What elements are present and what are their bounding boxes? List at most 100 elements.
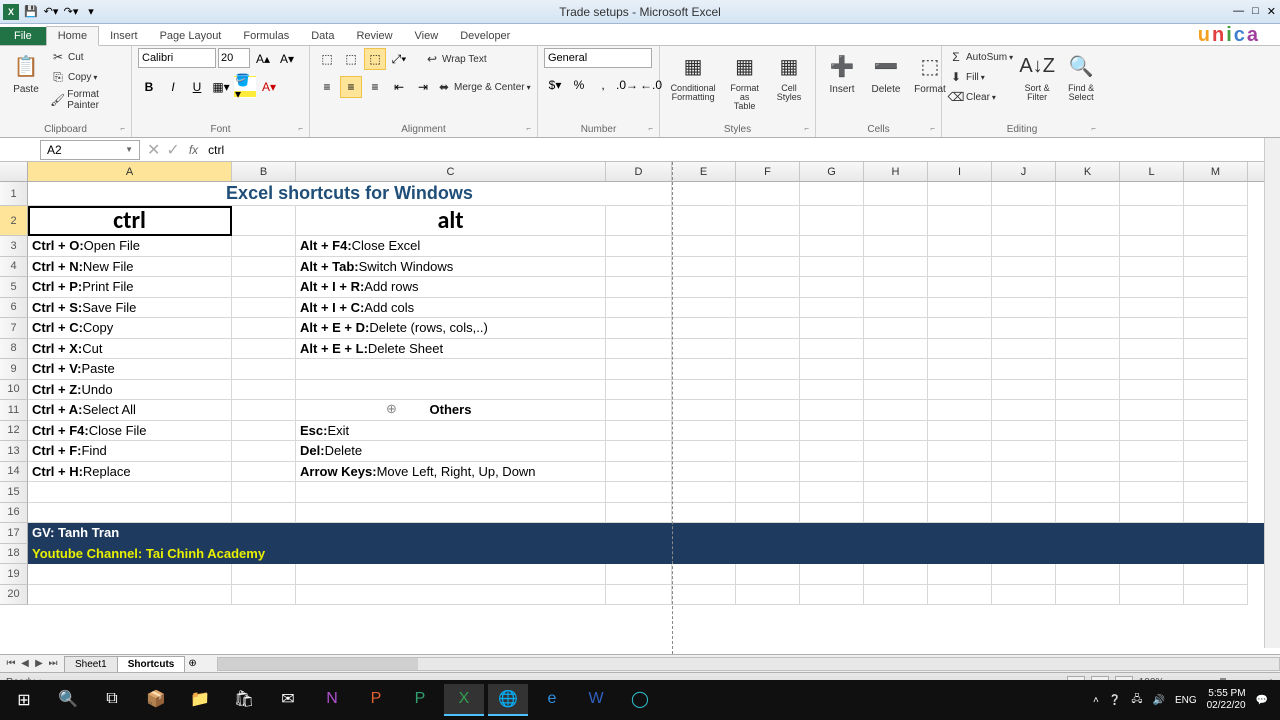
mail-icon[interactable]: ✉ (268, 684, 308, 716)
cell[interactable] (864, 236, 928, 257)
cell[interactable] (864, 564, 928, 585)
col-header-M[interactable]: M (1184, 162, 1248, 181)
cell[interactable] (864, 298, 928, 319)
italic-button[interactable]: I (162, 76, 184, 98)
start-button[interactable]: ⊞ (4, 684, 44, 716)
cell[interactable] (606, 359, 672, 380)
cell[interactable] (232, 503, 296, 524)
cell[interactable] (232, 277, 296, 298)
cell[interactable] (1056, 400, 1120, 421)
cell[interactable] (800, 257, 864, 278)
cell[interactable] (672, 206, 736, 236)
cell[interactable] (1056, 298, 1120, 319)
cell[interactable]: Ctrl + F: Find (28, 441, 232, 462)
cell[interactable]: alt (296, 206, 606, 236)
cell[interactable] (1184, 257, 1248, 278)
cell[interactable] (1056, 318, 1120, 339)
undo-icon[interactable]: ↶▾ (42, 3, 60, 21)
cell[interactable]: Youtube Channel: Tai Chinh Academy (28, 544, 672, 565)
row-header-1[interactable]: 1 (0, 182, 28, 206)
row-header-8[interactable]: 8 (0, 339, 28, 360)
word-icon[interactable]: W (576, 684, 616, 716)
cell[interactable] (672, 482, 736, 503)
row-header-11[interactable]: 11 (0, 400, 28, 421)
onenote-icon[interactable]: N (312, 684, 352, 716)
cell[interactable] (800, 544, 864, 565)
cell[interactable] (232, 585, 296, 606)
cell[interactable] (864, 182, 928, 206)
cell[interactable] (928, 236, 992, 257)
cell[interactable] (672, 462, 736, 483)
cell[interactable] (928, 339, 992, 360)
task-view-icon[interactable]: ⧉ (92, 684, 132, 716)
cell[interactable] (992, 359, 1056, 380)
cell[interactable]: Ctrl + H: Replace (28, 462, 232, 483)
cell[interactable]: Alt + I + C: Add cols (296, 298, 606, 319)
cell[interactable] (1056, 585, 1120, 606)
data-tab[interactable]: Data (300, 27, 345, 45)
decrease-decimal-button[interactable]: ←.0 (640, 74, 662, 96)
comma-button[interactable]: , (592, 74, 614, 96)
cell[interactable] (736, 482, 800, 503)
cell[interactable] (736, 206, 800, 236)
insert-cells-button[interactable]: ➕Insert (822, 48, 862, 97)
cell[interactable] (672, 400, 736, 421)
cell[interactable]: Ctrl + A: Select All (28, 400, 232, 421)
cell[interactable] (928, 482, 992, 503)
excel-taskbar-icon[interactable]: X (444, 684, 484, 716)
cell[interactable] (864, 441, 928, 462)
cell[interactable] (606, 380, 672, 401)
cell[interactable] (992, 462, 1056, 483)
bold-button[interactable]: B (138, 76, 160, 98)
cell[interactable] (28, 503, 232, 524)
row-header-2[interactable]: 2 (0, 206, 28, 236)
cell[interactable] (736, 380, 800, 401)
cell[interactable] (800, 421, 864, 442)
cell[interactable] (232, 236, 296, 257)
col-header-D[interactable]: D (606, 162, 672, 181)
cell[interactable] (1056, 441, 1120, 462)
cell[interactable] (992, 523, 1056, 544)
cell[interactable] (232, 421, 296, 442)
cell[interactable] (800, 298, 864, 319)
copy-button[interactable]: ⎘Copy▾ (50, 68, 125, 86)
cell[interactable] (736, 441, 800, 462)
cell[interactable] (736, 400, 800, 421)
cell[interactable] (606, 585, 672, 606)
cell[interactable] (232, 380, 296, 401)
cell[interactable] (992, 277, 1056, 298)
cell[interactable]: Del: Delete (296, 441, 606, 462)
cell[interactable] (296, 482, 606, 503)
cell[interactable] (1120, 206, 1184, 236)
cell[interactable] (736, 564, 800, 585)
cell[interactable] (928, 359, 992, 380)
cell[interactable] (800, 277, 864, 298)
cell[interactable] (992, 482, 1056, 503)
cell[interactable] (928, 421, 992, 442)
cell[interactable] (800, 339, 864, 360)
close-button[interactable]: ✕ (1267, 5, 1276, 18)
cell[interactable] (864, 380, 928, 401)
cell[interactable] (1120, 380, 1184, 401)
cell[interactable] (672, 380, 736, 401)
cell[interactable] (1184, 277, 1248, 298)
cell[interactable] (232, 482, 296, 503)
redo-icon[interactable]: ↷▾ (62, 3, 80, 21)
cell[interactable] (864, 482, 928, 503)
cell[interactable]: Alt + E + L: Delete Sheet (296, 339, 606, 360)
col-header-E[interactable]: E (672, 162, 736, 181)
cell[interactable] (1184, 441, 1248, 462)
store-icon[interactable]: 🛍 (224, 684, 264, 716)
cell[interactable] (928, 462, 992, 483)
cell[interactable] (1056, 182, 1120, 206)
cell[interactable] (1184, 182, 1248, 206)
cell[interactable] (800, 503, 864, 524)
cell[interactable] (672, 359, 736, 380)
cell[interactable] (864, 503, 928, 524)
cell[interactable] (1184, 421, 1248, 442)
cell[interactable] (232, 318, 296, 339)
cell[interactable]: Excel shortcuts for Windows (28, 182, 672, 206)
align-right-button[interactable]: ≡ (364, 76, 386, 98)
cell[interactable]: Ctrl + P: Print File (28, 277, 232, 298)
first-sheet-button[interactable]: ⏮ (4, 658, 18, 669)
